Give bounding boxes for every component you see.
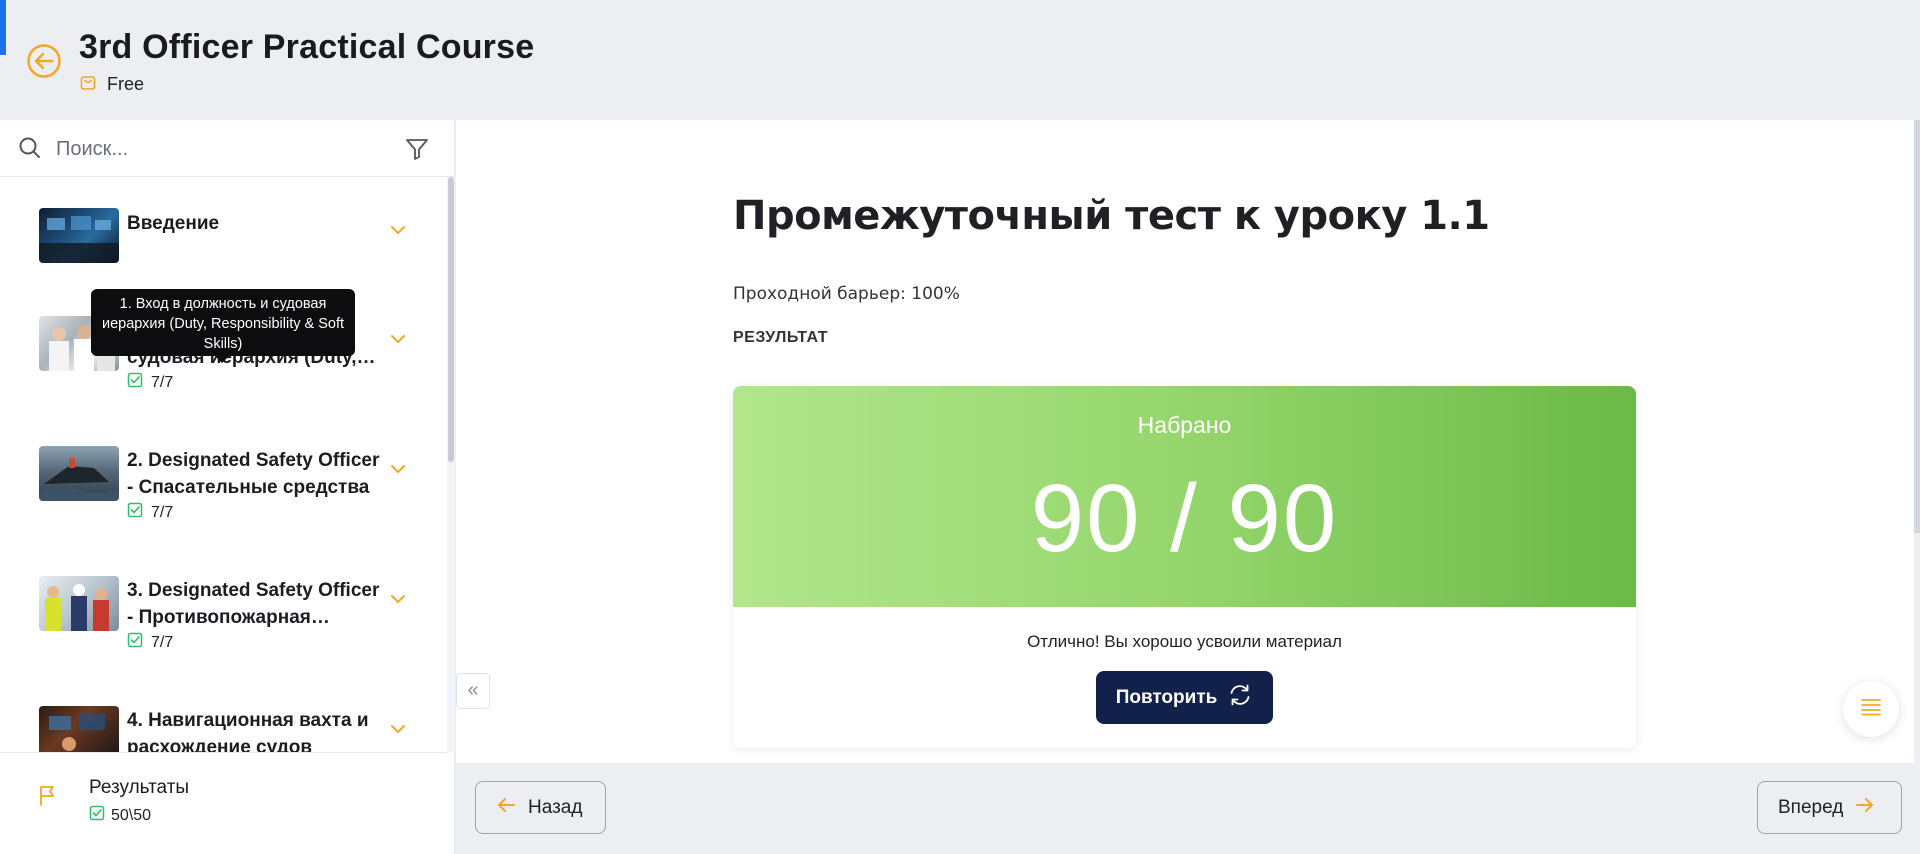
scored-label: Набрано	[1137, 412, 1232, 438]
search-bar	[0, 120, 455, 177]
lesson-progress: 7/7	[127, 632, 173, 653]
chevron-down-icon[interactable]	[390, 592, 406, 610]
page-header: 3rd Officer Practical Course Free	[0, 0, 1920, 120]
lesson-item-3[interactable]: 3. Designated Safety Officer - Противопо…	[0, 557, 447, 677]
lesson-item-4[interactable]: 4. Навигационная вахта и расхождение суд…	[0, 687, 447, 752]
results-score: 50\50	[89, 805, 151, 826]
sidebar-item-results[interactable]: Результаты 50\50	[0, 752, 447, 854]
lesson-thumbnail	[39, 208, 119, 263]
result-card: Набрано 90 / 90 Отлично! Вы хорошо усвои…	[733, 386, 1636, 748]
search-icon	[18, 136, 42, 165]
lesson-title: 3. Designated Safety Officer - Противопо…	[127, 580, 380, 628]
lesson-progress-count: 7/7	[151, 633, 174, 651]
lesson-progress-count: 7/7	[151, 503, 174, 521]
arrow-right-icon	[1855, 797, 1875, 819]
score-panel: Набрано 90 / 90	[733, 386, 1636, 607]
table-of-contents-button[interactable]	[1843, 681, 1899, 737]
lesson-item-2[interactable]: 2. Designated Safety Officer - Спасатель…	[0, 427, 447, 547]
check-square-icon	[127, 372, 143, 393]
retry-button[interactable]: Повторить	[1096, 671, 1273, 724]
next-button[interactable]: Вперед	[1757, 781, 1902, 834]
shopping-bag-icon	[79, 73, 97, 96]
lesson-thumbnail	[39, 576, 119, 631]
lesson-thumbnail	[39, 706, 119, 752]
arrow-left-icon	[496, 797, 516, 819]
retry-label: Повторить	[1115, 686, 1218, 708]
course-title: 3rd Officer Practical Course	[79, 28, 535, 66]
sidebar-scrollbar[interactable]	[447, 177, 455, 752]
result-heading: РЕЗУЛЬТАТ	[733, 329, 829, 346]
check-square-icon	[89, 805, 105, 826]
lesson-progress-count: 7/7	[151, 373, 174, 391]
double-chevron-left-icon: «	[467, 679, 479, 701]
check-square-icon	[127, 502, 143, 523]
main-scrollbar[interactable]	[1914, 120, 1920, 533]
lesson-progress: 7/7	[127, 372, 173, 393]
price-badge: Free	[79, 73, 144, 96]
lessons-sidebar: Введение 1. Вход в должность и судовая и…	[0, 120, 455, 854]
results-label: Результаты	[89, 777, 190, 798]
lesson-item-intro[interactable]: Введение	[0, 177, 447, 297]
lesson-title: 2. Designated Safety Officer - Спасатель…	[127, 450, 380, 498]
refresh-icon	[1227, 682, 1253, 714]
check-square-icon	[127, 632, 143, 653]
price-label: Free	[107, 74, 145, 94]
chevron-down-icon[interactable]	[390, 223, 406, 241]
chevron-down-icon[interactable]	[390, 332, 406, 350]
next-label: Вперед	[1778, 796, 1844, 818]
quiz-title: Промежуточный тест к уроку 1.1	[733, 193, 1490, 239]
filter-icon[interactable]	[404, 136, 430, 167]
pass-barrier: Проходной барьер: 100%	[733, 284, 960, 304]
lesson-tooltip: 1. Вход в должность и судовая иерархия (…	[91, 289, 355, 363]
chevron-down-icon[interactable]	[390, 462, 406, 480]
result-message: Отлично! Вы хорошо усвоили материал	[1027, 632, 1342, 651]
collapse-sidebar-button[interactable]: «	[456, 673, 490, 709]
lesson-title: 4. Навигационная вахта и расхождение суд…	[127, 710, 369, 752]
chevron-down-icon[interactable]	[390, 722, 406, 740]
score-value: 90 / 90	[1030, 465, 1339, 572]
list-lines-icon	[1860, 698, 1882, 721]
sidebar-scrollbar-thumb[interactable]	[448, 177, 454, 462]
lesson-progress: 7/7	[127, 502, 173, 523]
back-label: Назад	[528, 796, 583, 818]
header-accent-bar	[0, 0, 6, 55]
flag-icon	[38, 784, 58, 811]
lesson-list: Введение 1. Вход в должность и судовая и…	[0, 177, 447, 752]
back-button[interactable]: Назад	[475, 781, 606, 834]
back-arrow-icon[interactable]	[26, 43, 62, 79]
lesson-thumbnail	[39, 446, 119, 501]
results-score-value: 50\50	[111, 806, 152, 824]
lesson-title: Введение	[127, 213, 220, 234]
search-input[interactable]	[56, 132, 386, 166]
